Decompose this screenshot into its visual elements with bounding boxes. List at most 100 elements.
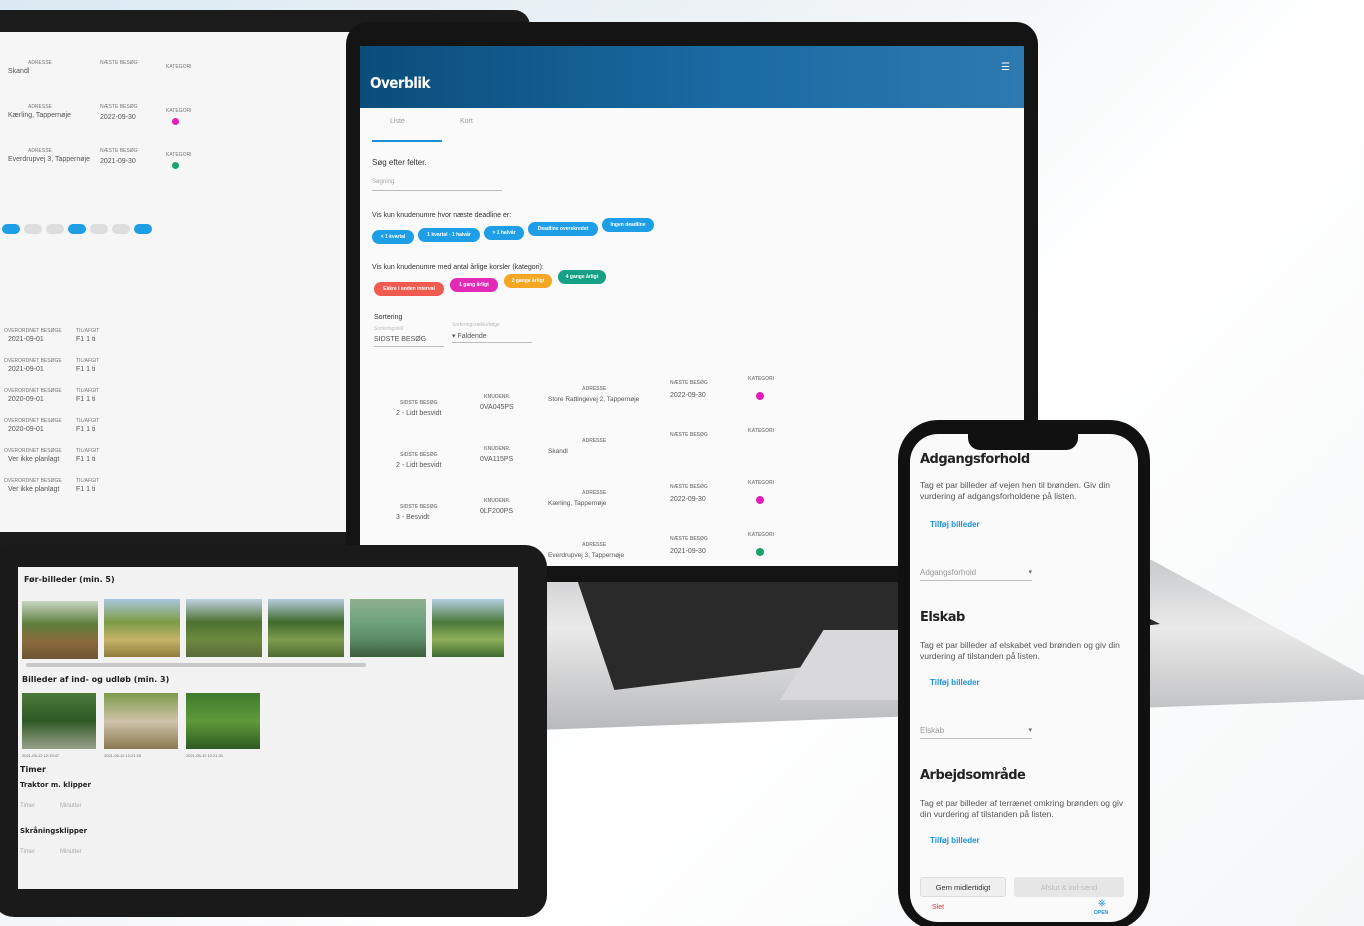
next-visit-value: 2021-09-30 [100, 158, 136, 165]
value: F1 1 ti [76, 366, 96, 373]
timer-title: Timer [20, 765, 46, 774]
slope-minutes-input[interactable]: Minutter [60, 849, 82, 855]
column-header: NÆSTE BESØG [670, 380, 708, 386]
chip-deadline-overdue[interactable]: Deadline overskredet [528, 222, 598, 236]
active-tab-indicator [372, 140, 442, 142]
column-header: TIL/AFGIT [76, 328, 100, 334]
before-photo-3[interactable] [186, 599, 262, 657]
chevron-down-icon: ▾ [1028, 727, 1032, 734]
column-header: OVERORDNET BESØGE [4, 478, 62, 484]
sort-field-select[interactable]: SIDSTE BESØG [374, 336, 426, 343]
chip-category-twice[interactable]: 2 gange årligt [504, 274, 552, 288]
finish-submit-button[interactable]: Afslut & ind-send [1014, 877, 1124, 897]
photo-timestamp: 2021-05-12 12:21:31 [186, 753, 224, 758]
knude-number-value: 0VA115PS [480, 456, 514, 463]
page-title: Overblik [370, 74, 430, 92]
column-header: ADRESSE [28, 148, 52, 154]
column-header: KATEGORI [166, 64, 192, 70]
sort-order-select[interactable]: ▾ Faldende [452, 332, 487, 340]
phone-device: Adgangsforhold Tag et par billeder af ve… [898, 420, 1150, 926]
address-value: Store Rattingevej 2, Tappernøje [548, 396, 640, 403]
before-photo-1[interactable] [22, 601, 98, 659]
add-photos-access-link[interactable]: Tilføj billeder [930, 520, 980, 529]
date-value: 2020-09-01 [8, 396, 44, 403]
before-photo-2[interactable] [104, 599, 180, 657]
category-dot [172, 118, 179, 125]
column-header: TIL/AFGIT [76, 478, 100, 484]
inlet-photo-2[interactable] [104, 693, 178, 749]
access-select-value: Adgangsforhold [920, 568, 977, 577]
chip-deadline-half-year[interactable]: 1 kvartal - 1 halvår [418, 228, 480, 242]
filter-chip-row [2, 224, 152, 234]
app-header: Overblik ☰ [360, 46, 1024, 108]
add-photos-cabinet-link[interactable]: Tilføj billeder [930, 678, 980, 687]
tablet-screen: Før-billeder (min. 5) Billeder af ind- o… [18, 567, 518, 889]
column-header: OVERORDNET BESØGE [4, 418, 62, 424]
column-header: TIL/AFGIT [76, 358, 100, 364]
column-header: SIDSTE BESØG [400, 504, 438, 510]
column-header: TIL/AFGIT [76, 448, 100, 454]
date-value: 2021-09-01 [8, 336, 44, 343]
chip-deadline-more[interactable]: > 1 halvår [484, 226, 524, 240]
last-visit-value: 3 - Besvidt [396, 514, 430, 521]
before-photo-6[interactable] [432, 599, 504, 657]
add-photos-work-area-link[interactable]: Tilføj billeder [930, 836, 980, 845]
address-value: Kærling, Tappernøje [8, 112, 71, 119]
column-header: NÆSTE BESØG [100, 60, 138, 66]
column-header: OVERORDNET BESØGE [4, 358, 62, 364]
brand-logo-icon: ⎈ [1098, 898, 1106, 909]
slope-hours-input[interactable]: Timer [20, 849, 35, 855]
photo-timestamp: 2021-05-12 12:21:15 [104, 753, 142, 758]
chip-deadline-quarter[interactable]: < 1 kvartal [372, 230, 414, 244]
sort-order-underline [452, 342, 532, 343]
slope-mower-label: Skråningsklipper [20, 827, 88, 835]
category-dot [756, 496, 764, 504]
inlet-photo-3[interactable] [186, 693, 260, 749]
category-filter-label: Vis kun knudenumre med antal årlige kors… [372, 264, 544, 271]
column-header: OVERORDNET BESØGE [4, 448, 62, 454]
column-header: ADRESSE [28, 104, 52, 110]
column-header: NÆSTE BESØG [100, 104, 138, 110]
cabinet-select-value: Elskab [920, 726, 945, 735]
value: F1 1 ti [76, 486, 96, 493]
chip-category-once[interactable]: 1 gang årligt [450, 278, 498, 292]
next-visit-value: 2022-09-30 [670, 392, 706, 399]
photo-scrollbar[interactable] [26, 663, 366, 667]
chip-category-four[interactable]: 4 gange årligt [558, 270, 606, 284]
sort-order-value: Faldende [457, 333, 487, 340]
cabinet-select[interactable]: Elskab ▾ [920, 726, 1032, 739]
section-title-work-area: Arbejdsområde [920, 768, 1026, 783]
inlet-photo-1[interactable] [22, 693, 96, 749]
chevron-down-icon: ▾ [1028, 569, 1032, 576]
brand-logo-text: OPEN [1094, 910, 1109, 916]
tablet-device: Før-billeder (min. 5) Billeder af ind- o… [0, 545, 547, 917]
tab-kort[interactable]: Kort [460, 118, 473, 125]
before-photo-5[interactable] [350, 599, 426, 657]
column-header: OVERORDNET BESØGE [4, 388, 62, 394]
column-header: SIDSTE BESØG [400, 452, 438, 458]
next-visit-value: 2022-09-30 [670, 496, 706, 503]
search-underline [372, 190, 502, 191]
date-value: Ver ikke planlagt [8, 456, 60, 463]
chip-category-other[interactable]: Ekkre i anden interval [374, 282, 444, 296]
delete-button[interactable]: Slet [932, 904, 944, 911]
column-header: KATEGORI [748, 428, 775, 434]
next-visit-value: 2021-09-30 [670, 548, 706, 555]
chip-deadline-none[interactable]: Ingen deadline [602, 218, 654, 232]
hamburger-icon[interactable]: ☰ [1001, 62, 1010, 73]
save-temporarily-button[interactable]: Gem midlertidigt [920, 877, 1006, 897]
deadline-filter-label: Vis kun knudenumre hvor næste deadline e… [372, 212, 512, 219]
column-header: NÆSTE BESØG [670, 484, 708, 490]
tab-liste[interactable]: Liste [390, 118, 405, 125]
search-input[interactable]: Søgning [372, 179, 394, 185]
sort-field-caption: Sorteringsfelt [374, 326, 404, 332]
value: F1 1 ti [76, 336, 96, 343]
sort-field-underline [374, 346, 444, 347]
value: F1 1 ti [76, 396, 96, 403]
before-photo-4[interactable] [268, 599, 344, 657]
tractor-minutes-input[interactable]: Minutter [60, 803, 82, 809]
access-select[interactable]: Adgangsforhold ▾ [920, 568, 1032, 581]
last-visit-value: 2 - Lidt besvidt [396, 462, 442, 469]
tractor-hours-input[interactable]: Timer [20, 803, 35, 809]
column-header: TIL/AFGIT [76, 388, 100, 394]
